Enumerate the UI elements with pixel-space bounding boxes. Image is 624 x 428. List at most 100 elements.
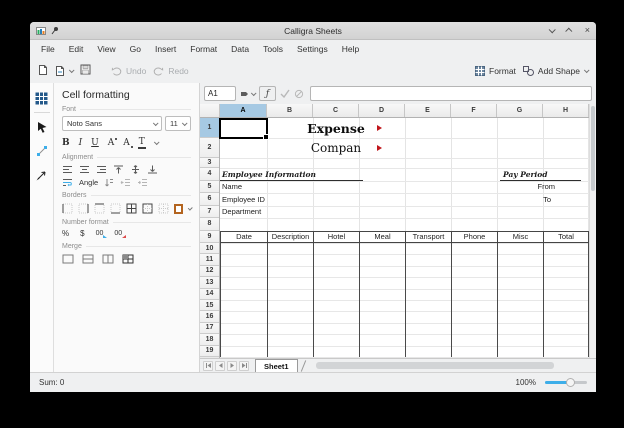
vertical-scrollbar[interactable] xyxy=(589,104,596,358)
header-date[interactable]: Date xyxy=(220,231,267,244)
border-outline-button[interactable] xyxy=(142,203,153,214)
align-middle-button[interactable] xyxy=(130,165,141,174)
align-bottom-button[interactable] xyxy=(147,165,158,174)
zoom-slider[interactable] xyxy=(545,381,587,384)
column-header-d[interactable]: D xyxy=(359,104,405,117)
cell-company[interactable]: Compan xyxy=(267,138,405,158)
menu-view[interactable]: View xyxy=(90,42,122,56)
row-header[interactable]: 10 xyxy=(200,243,219,254)
first-sheet-button[interactable] xyxy=(203,361,213,371)
menu-insert[interactable]: Insert xyxy=(148,42,183,56)
row-header-8[interactable]: 8 xyxy=(200,218,219,231)
undo-button[interactable]: Undo xyxy=(111,66,146,76)
money-format-button[interactable]: $ xyxy=(80,229,84,238)
row-header[interactable]: 17 xyxy=(200,323,219,334)
align-top-button[interactable] xyxy=(113,165,124,174)
column-header-g[interactable]: G xyxy=(497,104,543,117)
align-center-button[interactable] xyxy=(79,165,90,174)
underline-button[interactable]: U xyxy=(91,138,99,148)
format-button[interactable]: Format xyxy=(475,66,516,76)
row-header[interactable]: 13 xyxy=(200,277,219,288)
add-shape-chevron-icon[interactable] xyxy=(584,67,590,73)
decrease-precision-button[interactable]: 00 xyxy=(114,230,122,237)
header-total[interactable]: Total xyxy=(543,231,589,244)
row-header-4[interactable]: 4 xyxy=(200,168,219,181)
border-color-chevron-icon[interactable] xyxy=(187,205,192,210)
border-all-button[interactable] xyxy=(126,203,137,214)
row-header[interactable]: 12 xyxy=(200,266,219,277)
next-sheet-button[interactable] xyxy=(227,361,237,371)
row-header[interactable]: 15 xyxy=(200,300,219,311)
header-meal[interactable]: Meal xyxy=(359,231,405,244)
cell-grid[interactable]: 1 2 3 4 5 6 7 8 9 10111213141516171819 xyxy=(200,118,589,358)
cell-reference-box[interactable]: A1 xyxy=(204,86,236,101)
vertical-text-button[interactable] xyxy=(104,178,114,187)
cell-pay-period[interactable]: Pay Period xyxy=(500,168,581,181)
subscript-button[interactable]: A xyxy=(123,138,130,148)
cancel-button[interactable] xyxy=(294,89,304,99)
border-color-swatch[interactable] xyxy=(174,204,183,214)
increase-indent-button[interactable] xyxy=(137,178,148,187)
row-header-1[interactable]: 1 xyxy=(200,118,219,138)
column-header-e[interactable]: E xyxy=(405,104,451,117)
column-header-b[interactable]: B xyxy=(267,104,313,117)
row-header-7[interactable]: 7 xyxy=(200,206,219,219)
row-header[interactable]: 18 xyxy=(200,334,219,345)
header-phone[interactable]: Phone xyxy=(451,231,497,244)
align-right-button[interactable] xyxy=(96,165,107,174)
horizontal-scrollbar-thumb[interactable] xyxy=(316,362,554,369)
font-family-select[interactable]: Noto Sans xyxy=(62,116,162,131)
formula-input[interactable] xyxy=(310,86,592,101)
insert-function-button[interactable]: ƒ xyxy=(259,86,276,101)
row-header-3[interactable]: 3 xyxy=(200,158,219,168)
cell-expense-title[interactable]: Expense xyxy=(267,118,405,138)
close-button[interactable]: × xyxy=(585,26,590,35)
vertical-scrollbar-thumb[interactable] xyxy=(591,106,595,191)
row-header[interactable]: 14 xyxy=(200,289,219,300)
row-header-9[interactable]: 9 xyxy=(200,231,219,244)
border-top-button[interactable] xyxy=(94,203,105,214)
row-header-5[interactable]: 5 xyxy=(200,181,219,194)
add-shape-button[interactable]: Add Shape xyxy=(523,66,588,76)
select-all-corner[interactable] xyxy=(200,104,220,117)
percent-format-button[interactable]: % xyxy=(62,229,69,238)
superscript-button[interactable]: A xyxy=(108,138,115,148)
menu-help[interactable]: Help xyxy=(335,42,366,56)
menu-go[interactable]: Go xyxy=(123,42,148,56)
column-header-c[interactable]: C xyxy=(313,104,359,117)
named-range-button[interactable] xyxy=(240,90,255,98)
header-hotel[interactable]: Hotel xyxy=(313,231,359,244)
italic-button[interactable]: I xyxy=(79,138,83,148)
text-color-chevron-icon[interactable] xyxy=(154,139,160,145)
cell-employee-information[interactable]: Employee Information xyxy=(220,168,363,181)
maximize-button[interactable] xyxy=(565,28,572,35)
connector-tool-button[interactable] xyxy=(31,139,53,163)
cell-selection[interactable] xyxy=(219,118,268,139)
menu-edit[interactable]: Edit xyxy=(62,42,91,56)
zoom-slider-handle[interactable] xyxy=(566,378,575,387)
row-header[interactable]: 11 xyxy=(200,254,219,265)
border-left-button[interactable] xyxy=(62,203,73,214)
apply-check-button[interactable] xyxy=(280,89,290,98)
text-color-button[interactable]: T xyxy=(139,137,145,149)
row-header[interactable]: 16 xyxy=(200,311,219,322)
row-header-2[interactable]: 2 xyxy=(200,138,219,158)
open-document-button[interactable] xyxy=(55,65,73,77)
row-header[interactable]: 19 xyxy=(200,346,219,357)
menu-tools[interactable]: Tools xyxy=(256,42,290,56)
header-misc[interactable]: Misc xyxy=(497,231,543,244)
unmerge-cells-button[interactable] xyxy=(122,254,134,264)
menu-settings[interactable]: Settings xyxy=(290,42,335,56)
wrap-text-button[interactable] xyxy=(62,178,73,187)
cell-to-label[interactable]: To xyxy=(500,193,551,206)
new-document-button[interactable] xyxy=(38,64,48,78)
header-description[interactable]: Description xyxy=(267,231,313,244)
redo-button[interactable]: Redo xyxy=(153,66,188,76)
previous-sheet-button[interactable] xyxy=(215,361,225,371)
shape-select-tool-button[interactable] xyxy=(31,115,53,139)
sheet-tab[interactable]: Sheet1 xyxy=(255,359,298,372)
merge-horizontal-button[interactable] xyxy=(82,254,94,264)
increase-precision-button[interactable]: 00 xyxy=(96,230,104,237)
column-header-f[interactable]: F xyxy=(451,104,497,117)
cell-employee-id-label[interactable]: Employee ID xyxy=(222,193,265,206)
